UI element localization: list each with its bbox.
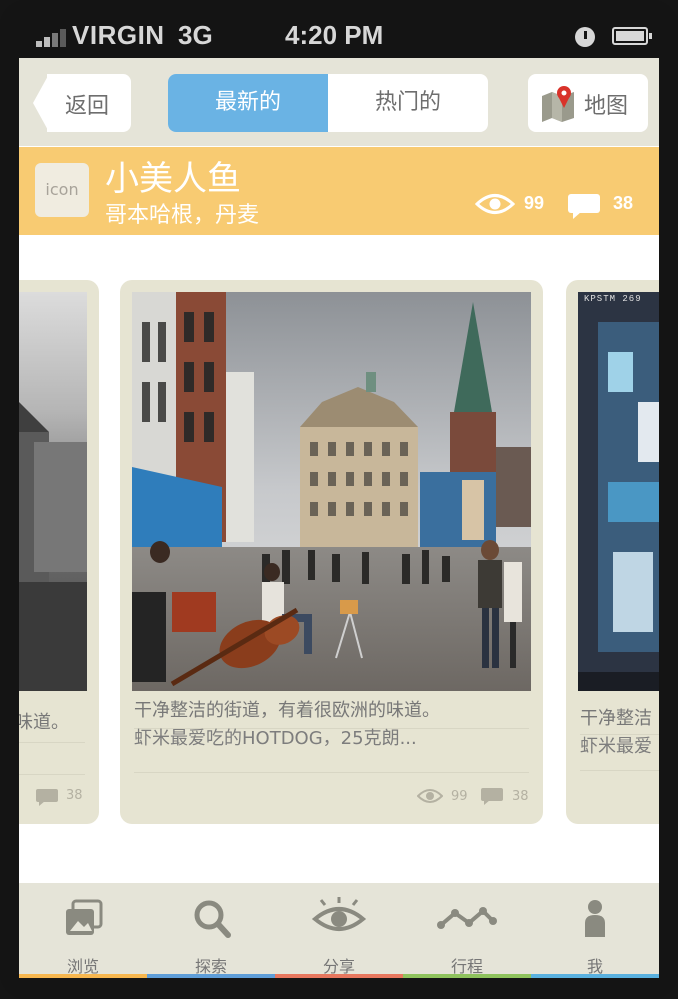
- comments-icon: [568, 194, 600, 219]
- card-caption-line1: 干净整洁的街道，有着很欧洲的味道。: [134, 700, 440, 721]
- battery-icon: [612, 27, 652, 45]
- tab-itinerary[interactable]: 行程: [403, 883, 531, 978]
- back-button-label: 返回: [65, 94, 110, 119]
- gallery-icon: [66, 899, 103, 935]
- views-count: 99: [451, 789, 468, 804]
- route-icon: [437, 907, 497, 929]
- carrier-label: VIRGIN: [72, 20, 165, 50]
- comments-count: 38: [613, 193, 634, 213]
- user-icon: [585, 900, 605, 937]
- photo-caption: KPSTM 269: [584, 294, 642, 304]
- tab-share[interactable]: 分享: [275, 883, 403, 978]
- views-icon: [475, 194, 515, 214]
- tab-browse[interactable]: 浏览: [19, 883, 147, 978]
- back-button[interactable]: 返回: [33, 74, 131, 132]
- status-bar: VIRGIN 3G 4:20 PM: [0, 0, 678, 58]
- clock-time: 4:20 PM: [285, 20, 384, 50]
- card-caption-line1: 干净整洁: [580, 708, 652, 729]
- tab-me[interactable]: 我: [531, 883, 659, 978]
- card-caption-line2: 虾米最爱: [580, 736, 652, 757]
- comments-count: 38: [512, 789, 529, 804]
- segmented-control: 最新的 热门的: [168, 74, 488, 132]
- card-photo: [19, 292, 87, 691]
- card-next[interactable]: KPSTM 269 干净整洁 虾米最爱: [566, 280, 659, 824]
- app-screen: 返回 最新的 热门的 地图 icon 小美人鱼 哥本哈根，丹麦 99 38 味道…: [19, 58, 659, 978]
- tab-explore[interactable]: 探索: [147, 883, 275, 978]
- network-label: 3G: [178, 20, 213, 50]
- place-title: 小美人鱼: [105, 159, 241, 199]
- segment-popular[interactable]: 热门的: [328, 74, 488, 132]
- card-caption: 味道。: [19, 712, 69, 733]
- signal-icon: [36, 29, 66, 47]
- comments-icon: [481, 788, 503, 805]
- map-pin-icon: [542, 86, 574, 122]
- place-header: icon 小美人鱼 哥本哈根，丹麦 99 38: [19, 147, 659, 235]
- tab-bar: 浏览 探索 分享 行程 我: [19, 883, 659, 978]
- map-button[interactable]: 地图: [528, 74, 648, 132]
- map-button-label: 地图: [584, 94, 629, 119]
- eye-icon: [311, 897, 367, 931]
- card-photo: [132, 292, 531, 691]
- phone-frame: VIRGIN 3G 4:20 PM 返回 最新的 热门的 地图 icon 小美人…: [0, 0, 678, 999]
- place-icon-placeholder: icon: [35, 163, 89, 217]
- views-icon: [417, 789, 443, 803]
- card-caption-line2: 虾米最爱吃的HOTDOG，25克朗...: [134, 728, 417, 749]
- segment-latest[interactable]: 最新的: [168, 74, 328, 132]
- place-location: 哥本哈根，丹麦: [105, 203, 260, 228]
- alarm-icon: [575, 27, 595, 47]
- comments-icon: [36, 789, 58, 806]
- nav-bar: 返回 最新的 热门的 地图: [19, 58, 659, 146]
- comments-count: 38: [66, 788, 83, 803]
- search-icon: [194, 900, 231, 938]
- views-count: 99: [524, 193, 545, 213]
- card-photo: KPSTM 269: [578, 292, 659, 691]
- card-current[interactable]: 干净整洁的街道，有着很欧洲的味道。 虾米最爱吃的HOTDOG，25克朗... 9…: [120, 280, 543, 824]
- card-previous[interactable]: 味道。 38: [19, 280, 99, 824]
